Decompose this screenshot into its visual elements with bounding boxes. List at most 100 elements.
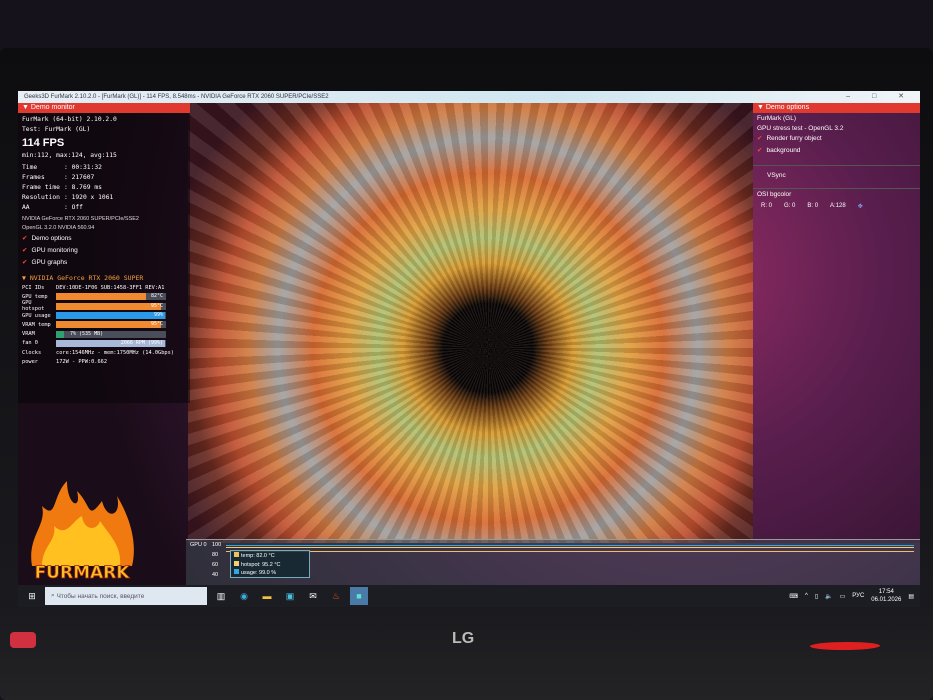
- search-placeholder: Чтобы начать поиск, введите: [56, 592, 145, 600]
- metric-fill: [56, 321, 161, 329]
- osi-channel[interactable]: R: 0: [761, 203, 772, 210]
- stat-value: : 1920 x 1061: [64, 194, 114, 201]
- y-tick: 40: [212, 572, 219, 578]
- check-icon: ✔: [757, 135, 763, 142]
- metric-label: VRAM temp: [22, 321, 51, 328]
- stat-value: : 217607: [64, 174, 95, 181]
- options-subtitle: GPU stress test - OpenGL 3.2: [757, 125, 844, 132]
- metric-value: 82°C: [150, 293, 163, 300]
- notification-icon[interactable]: ▤: [908, 593, 914, 600]
- checkbox-background[interactable]: ✔ background: [753, 145, 920, 157]
- metric-bar: 7% (535 MB): [56, 330, 166, 338]
- legend-item: usage: 99.0 %: [234, 569, 306, 578]
- active-app-icon[interactable]: ■: [350, 587, 368, 605]
- y-tick: 60: [212, 562, 219, 568]
- legend-swatch: [234, 552, 239, 557]
- checkbox-label: GPU monitoring: [31, 247, 78, 254]
- checkbox-demo-options[interactable]: ✔ Demo options: [18, 233, 190, 245]
- furmark-logo: FURMARK: [31, 481, 134, 583]
- demo-options-panel: ▼ Demo options FurMark (GL) GPU stress t…: [753, 103, 920, 543]
- legend-swatch: [234, 560, 239, 566]
- checkbox-label: Demo options: [31, 235, 72, 242]
- metric-fill: [56, 302, 161, 310]
- window-controls[interactable]: – □ ✕: [846, 91, 914, 103]
- metric-value: 99%: [153, 312, 163, 319]
- keyboard-icon[interactable]: ⌨: [789, 593, 798, 600]
- clock[interactable]: 17:54 06.01.2026: [871, 588, 901, 604]
- metric-label: fan 0: [22, 340, 38, 347]
- checkbox-gpu-monitoring[interactable]: ✔ GPU monitoring: [18, 245, 190, 257]
- gpu-metric-row: fan 0 2066 RPM (99%): [18, 339, 190, 348]
- metric-value: 7% (535 MB): [70, 330, 104, 337]
- metric-label: GPU usage: [22, 312, 51, 319]
- start-button[interactable]: ⊞: [23, 587, 41, 605]
- window-titlebar: Geeks3D FurMark 2.10.2.0 - [FurMark (GL)…: [18, 91, 920, 103]
- legend-item: hotspot: 95.2 °C: [234, 560, 306, 570]
- metric-bar: 99%: [56, 312, 166, 320]
- metric-label: VRAM: [22, 331, 35, 338]
- checkbox-gpu-graphs[interactable]: ✔ GPU graphs: [18, 257, 190, 269]
- stat-value: : 8.769 ms: [64, 184, 102, 191]
- explorer-icon[interactable]: ▬: [258, 587, 276, 605]
- stat-row: Time: 00:31:32: [18, 163, 190, 173]
- window-title: Geeks3D FurMark 2.10.2.0 - [FurMark (GL)…: [24, 94, 329, 100]
- screen: Geeks3D FurMark 2.10.2.0 - [FurMark (GL)…: [18, 91, 920, 607]
- task-view-icon[interactable]: ▥: [212, 587, 230, 605]
- metric-value: 95°C: [150, 321, 163, 328]
- osi-channel[interactable]: G: 0: [784, 203, 795, 210]
- gpu-header[interactable]: ▼ NVIDIA GeForce RTX 2060 SUPER: [18, 273, 190, 283]
- metric-label: GPU temp: [22, 293, 48, 300]
- taskbar: ⊞ ⌕ Чтобы начать поиск, введите ▥ ◉ ▬ ▣ …: [18, 585, 920, 607]
- monitor-brand: LG: [452, 630, 475, 647]
- osi-channel[interactable]: B: 0: [807, 203, 818, 210]
- gpu-metric-row: VRAM 7% (535 MB): [18, 329, 190, 338]
- gpu-metric-row: VRAM temp 95°C: [18, 320, 190, 329]
- stat-value: : 00:31:32: [64, 164, 102, 171]
- chevron-up-icon[interactable]: ^: [805, 593, 808, 599]
- checkbox-label: GPU graphs: [31, 259, 68, 266]
- checkbox-render-furry-object[interactable]: ✔ Render furry object: [753, 133, 920, 145]
- osi-channel[interactable]: A:128: [830, 203, 846, 210]
- checkbox-label: Render furry object: [766, 135, 822, 142]
- furmark-render: [188, 103, 753, 543]
- furmark-taskbar-icon[interactable]: ♨: [327, 587, 345, 605]
- y-tick: 100: [212, 542, 222, 548]
- color-picker-icon[interactable]: ✥: [858, 203, 863, 210]
- demo-monitor-panel: ▼ Demo monitor FurMark (64-bit) 2.10.2.0…: [18, 103, 190, 403]
- metric-bar: 82°C: [56, 293, 166, 301]
- y-tick: 80: [212, 552, 219, 558]
- fps-stats: min:112, max:124, avg:115: [22, 152, 117, 159]
- clocks-value: core:1546MHz - mem:1750MHz (14.0Gbps): [56, 349, 174, 356]
- taskbar-search[interactable]: ⌕ Чтобы начать поиск, введите: [45, 587, 207, 605]
- stat-value: : Off: [64, 204, 83, 211]
- power-label: power: [22, 359, 38, 366]
- language-indicator[interactable]: РУС: [852, 593, 864, 599]
- check-icon: ✔: [22, 247, 28, 254]
- edge-icon[interactable]: ◉: [235, 587, 253, 605]
- stat-label: Frame time: [22, 184, 60, 191]
- network-icon[interactable]: ▯: [815, 593, 818, 600]
- usage-line: [226, 545, 914, 546]
- demo-options-header[interactable]: ▼ Demo options: [753, 103, 920, 113]
- vsync-checkbox[interactable]: VSync: [753, 165, 920, 182]
- gpu-metric-row: GPU usage 99%: [18, 311, 190, 320]
- demo-monitor-header[interactable]: ▼ Demo monitor: [18, 103, 190, 113]
- gpu-metric-row: GPU hotspot 95°C: [18, 300, 190, 312]
- power-button: [10, 632, 36, 648]
- legend-label: hotspot: 95.2 °C: [241, 561, 281, 568]
- logo-text: FURMARK: [35, 563, 131, 583]
- metric-bar: 2066 RPM (99%): [56, 339, 166, 347]
- metric-value: 95°C: [150, 302, 163, 309]
- display-icon[interactable]: ▭: [840, 593, 846, 600]
- store-icon[interactable]: ▣: [281, 587, 299, 605]
- gpu-name: NVIDIA GeForce RTX 2060 SUPER: [29, 274, 144, 282]
- metric-bar: 95°C: [56, 321, 166, 329]
- stat-row: Frame time : 8.769 ms: [18, 183, 190, 193]
- pci-ids: DEV:10DE-1F06 SUB:1458-3FF1 REV:A1: [56, 284, 165, 291]
- metric-fill: [56, 330, 64, 338]
- hotspot-line: [226, 547, 914, 548]
- power-value: 172W - PPW:0.662: [56, 359, 108, 366]
- mail-icon[interactable]: ✉: [304, 587, 322, 605]
- volume-icon[interactable]: 🔈: [825, 593, 832, 600]
- stat-row: AA: Off: [18, 203, 190, 213]
